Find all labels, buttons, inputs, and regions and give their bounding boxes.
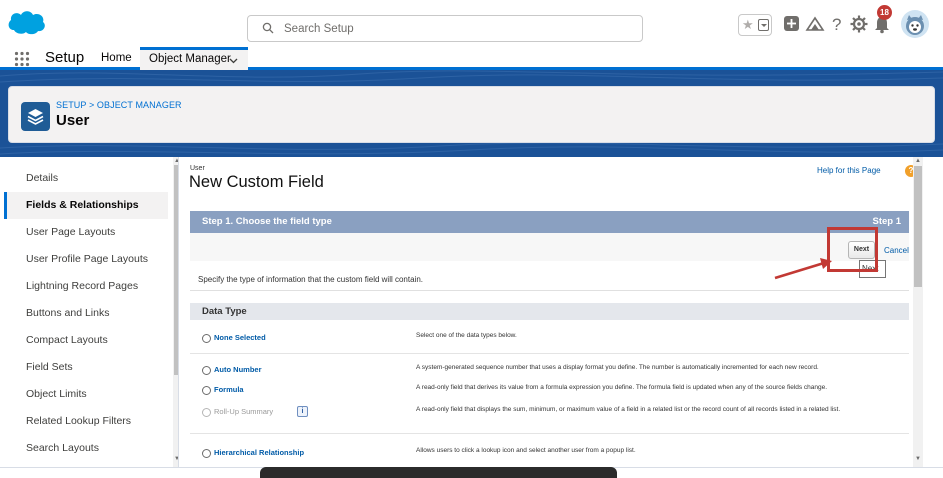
instruction-text: Specify the type of information that the… (198, 275, 424, 284)
type-option-auto-number[interactable]: Auto Number (202, 365, 402, 377)
star-icon: ★ (742, 17, 754, 32)
radio-roll-up-summary (202, 408, 211, 417)
notification-badge: 18 (877, 5, 892, 20)
chevron-down-icon[interactable] (229, 56, 238, 65)
search-box[interactable] (247, 15, 643, 42)
sidebar-item-details[interactable]: Details (4, 165, 168, 192)
row-separator (190, 433, 909, 434)
sidebar: Details Fields & Relationships User Page… (4, 157, 179, 467)
type-desc-none: Select one of the data types below. (416, 332, 517, 339)
info-icon[interactable]: i (297, 406, 308, 417)
scroll-up-icon[interactable]: ▲ (915, 158, 921, 164)
add-icon[interactable] (782, 14, 802, 34)
cancel-link[interactable]: Cancel (884, 246, 909, 255)
global-header: ★ ? 18 (0, 0, 943, 47)
page-header: SETUP > OBJECT MANAGER User (8, 86, 935, 143)
page-title: User (56, 112, 90, 129)
avatar-icon (906, 15, 924, 35)
radio-hierarchical-relationship[interactable] (202, 449, 211, 458)
type-label-auto-number[interactable]: Auto Number (214, 365, 262, 374)
sidebar-item-user-profile-page-layouts[interactable]: User Profile Page Layouts (4, 246, 168, 273)
sidebar-item-search-layouts[interactable]: Search Layouts (4, 435, 168, 462)
tab-object-manager[interactable]: Object Manager (140, 47, 248, 70)
divider (190, 290, 909, 291)
radio-none[interactable] (202, 334, 211, 343)
step-bar: Step 1. Choose the field type Step 1 (190, 211, 909, 233)
type-label-hierarchical-relationship[interactable]: Hierarchical Relationship (214, 448, 304, 457)
help-icon[interactable]: ? (828, 14, 848, 34)
app-nav: Setup Home Object Manager (0, 47, 943, 70)
favorites-button[interactable]: ★ (738, 14, 772, 36)
type-desc-formula: A read-only field that derives its value… (416, 384, 828, 391)
search-input[interactable] (284, 19, 624, 38)
type-option-none[interactable]: None Selected (202, 333, 402, 345)
scroll-up-icon[interactable]: ▲ (174, 158, 178, 164)
type-option-roll-up-summary: Roll-Up Summary i (202, 406, 402, 419)
salesforce-logo-icon[interactable] (6, 8, 46, 36)
search-icon (262, 22, 274, 34)
data-type-header: Data Type (190, 303, 909, 320)
type-label-none[interactable]: None Selected (214, 333, 266, 342)
main-scrollbar-thumb[interactable] (914, 166, 922, 287)
type-desc-hierarchical-relationship: Allows users to click a lookup icon and … (416, 447, 636, 454)
sidebar-item-field-sets[interactable]: Field Sets (4, 354, 168, 381)
scroll-down-icon[interactable]: ▼ (174, 456, 178, 462)
sidebar-item-fields-relationships[interactable]: Fields & Relationships (4, 192, 168, 219)
sidebar-item-lightning-record-pages[interactable]: Lightning Record Pages (4, 273, 168, 300)
step-title: Step 1. Choose the field type (202, 216, 332, 227)
overlay-bar (260, 467, 617, 478)
page-heading: New Custom Field (189, 173, 324, 191)
type-option-formula[interactable]: Formula (202, 385, 402, 397)
sidebar-item-buttons-links[interactable]: Buttons and Links (4, 300, 168, 327)
sidebar-item-related-lookup-filters[interactable]: Related Lookup Filters (4, 408, 168, 435)
highlight-box (827, 227, 878, 272)
layers-icon (27, 109, 44, 125)
breadcrumb[interactable]: SETUP > OBJECT MANAGER (56, 100, 182, 110)
avatar[interactable] (901, 10, 929, 38)
radio-formula[interactable] (202, 386, 211, 395)
type-desc-auto-number: A system-generated sequence number that … (416, 364, 819, 371)
main-content: User New Custom Field Help for this Page… (182, 157, 922, 467)
scroll-down-icon[interactable]: ▼ (915, 456, 921, 462)
sidebar-item-compact-layouts[interactable]: Compact Layouts (4, 327, 168, 354)
tab-home[interactable]: Home (92, 47, 141, 70)
type-label-roll-up-summary: Roll-Up Summary (214, 407, 274, 416)
chevron-down-icon[interactable] (758, 19, 769, 31)
entity-label: User (190, 165, 205, 172)
object-icon (21, 102, 50, 131)
sidebar-item-object-limits[interactable]: Object Limits (4, 381, 168, 408)
radio-auto-number[interactable] (202, 366, 211, 375)
trailhead-icon[interactable] (805, 14, 825, 34)
type-desc-roll-up-summary: A read-only field that displays the sum,… (416, 406, 841, 413)
arrow-annotation-icon (774, 258, 832, 280)
sidebar-scrollbar-thumb[interactable] (174, 165, 178, 375)
help-link[interactable]: Help for this Page (817, 166, 881, 175)
gear-icon[interactable] (849, 14, 869, 34)
type-option-hierarchical-relationship[interactable]: Hierarchical Relationship (202, 448, 402, 460)
app-name: Setup (45, 49, 85, 66)
data-type-header-label: Data Type (202, 306, 247, 317)
row-separator (190, 353, 909, 354)
type-label-formula[interactable]: Formula (214, 385, 244, 394)
app-launcher-icon[interactable] (14, 51, 30, 67)
step-number: Step 1 (872, 216, 901, 227)
tab-object-manager-label: Object Manager (149, 53, 231, 65)
sidebar-item-user-page-layouts[interactable]: User Page Layouts (4, 219, 168, 246)
svg-text:?: ? (832, 15, 841, 34)
